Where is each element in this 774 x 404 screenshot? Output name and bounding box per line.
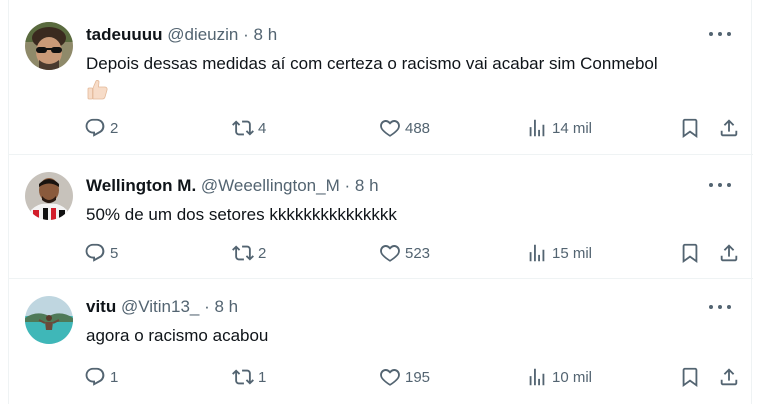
share-icon — [720, 244, 738, 262]
separator-dot: · — [344, 176, 351, 195]
reply-button[interactable]: 1 — [84, 365, 118, 389]
like-count: 488 — [405, 119, 431, 137]
repost-icon — [232, 120, 254, 136]
views-icon — [529, 368, 545, 386]
timestamp[interactable]: 8 h — [355, 176, 379, 195]
bookmark-icon — [682, 243, 698, 264]
separator-dot: · — [243, 25, 249, 44]
like-button[interactable]: 195 — [379, 365, 430, 389]
reply-icon — [85, 367, 105, 386]
views-icon — [529, 119, 545, 137]
tweet-header: tadeuuuu @dieuzin · 8 h — [86, 24, 277, 46]
bookmark-button[interactable] — [679, 241, 701, 265]
display-name[interactable]: tadeuuuu — [86, 25, 163, 44]
share-button[interactable] — [718, 241, 740, 265]
tweet-actions: 2 4 488 14 mil — [84, 116, 744, 140]
like-count: 195 — [405, 368, 431, 386]
tweet[interactable]: vitu @Vitin13_ · 8 h agora o racismo aca… — [9, 279, 753, 404]
share-button[interactable] — [718, 116, 740, 140]
reply-button[interactable]: 5 — [84, 241, 118, 265]
reply-button[interactable]: 2 — [84, 116, 118, 140]
more-icon[interactable] — [709, 299, 731, 315]
tweet-header: Wellington M. @Weeellington_M · 8 h — [86, 175, 379, 197]
views-count: 10 mil — [552, 368, 593, 386]
tweet-actions: 1 1 195 10 mil — [84, 365, 744, 389]
tweet-text: agora o racismo acabou — [86, 323, 746, 348]
display-name[interactable]: vitu — [86, 297, 116, 316]
bookmark-button[interactable] — [679, 116, 701, 140]
user-handle[interactable]: @Weeellington_M — [201, 176, 340, 195]
tweet-text: 50% de um dos setores kkkkkkkkkkkkkkk — [86, 202, 746, 227]
views-button[interactable]: 10 mil — [526, 365, 592, 389]
like-count: 523 — [405, 244, 431, 262]
like-icon — [380, 369, 400, 386]
avatar[interactable] — [25, 172, 73, 220]
timestamp[interactable]: 8 h — [215, 297, 239, 316]
views-count: 14 mil — [552, 119, 593, 137]
repost-count: 2 — [258, 244, 267, 262]
tweet-text: Depois dessas medidas aí com certeza o r… — [86, 51, 746, 102]
thumbs-up-emoji-icon — [87, 80, 108, 100]
tweet-body: Depois dessas medidas aí com certeza o r… — [86, 54, 658, 73]
more-icon[interactable] — [709, 26, 731, 42]
tweet-body: agora o racismo acabou — [86, 326, 269, 345]
repost-button[interactable]: 4 — [232, 116, 266, 140]
bookmark-button[interactable] — [679, 365, 701, 389]
bookmark-icon — [682, 367, 698, 388]
views-button[interactable]: 15 mil — [526, 241, 592, 265]
like-button[interactable]: 523 — [379, 241, 430, 265]
views-icon — [529, 244, 545, 262]
share-button[interactable] — [718, 365, 740, 389]
timestamp[interactable]: 8 h — [254, 25, 278, 44]
avatar[interactable] — [25, 22, 73, 70]
timeline-feed: tadeuuuu @dieuzin · 8 h Depois dessas me… — [8, 0, 753, 404]
repost-icon — [232, 369, 254, 385]
repost-button[interactable]: 1 — [232, 365, 266, 389]
reply-count: 2 — [110, 119, 119, 137]
tweet-actions: 5 2 523 15 mil — [84, 241, 744, 265]
tweet-body: 50% de um dos setores kkkkkkkkkkkkkkk — [86, 205, 397, 224]
tweet[interactable]: tadeuuuu @dieuzin · 8 h Depois dessas me… — [9, 0, 753, 155]
bookmark-icon — [682, 118, 698, 139]
like-icon — [380, 120, 400, 137]
separator-dot: · — [204, 297, 210, 316]
reply-count: 5 — [110, 244, 119, 262]
repost-count: 4 — [258, 119, 267, 137]
more-icon[interactable] — [709, 177, 731, 193]
views-button[interactable]: 14 mil — [526, 116, 592, 140]
reply-icon — [85, 243, 105, 262]
share-icon — [720, 119, 738, 137]
user-handle[interactable]: @dieuzin — [167, 25, 238, 44]
views-count: 15 mil — [552, 244, 593, 262]
repost-button[interactable]: 2 — [232, 241, 266, 265]
display-name[interactable]: Wellington M. — [86, 176, 196, 195]
tweet-header: vitu @Vitin13_ · 8 h — [86, 296, 238, 318]
reply-count: 1 — [110, 368, 119, 386]
reply-icon — [85, 118, 105, 137]
like-button[interactable]: 488 — [379, 116, 430, 140]
avatar[interactable] — [25, 296, 73, 344]
repost-count: 1 — [258, 368, 267, 386]
like-icon — [380, 245, 400, 262]
share-icon — [720, 368, 738, 386]
tweet[interactable]: Wellington M. @Weeellington_M · 8 h 50% … — [9, 155, 753, 279]
user-handle[interactable]: @Vitin13_ — [121, 297, 199, 316]
repost-icon — [232, 245, 254, 261]
